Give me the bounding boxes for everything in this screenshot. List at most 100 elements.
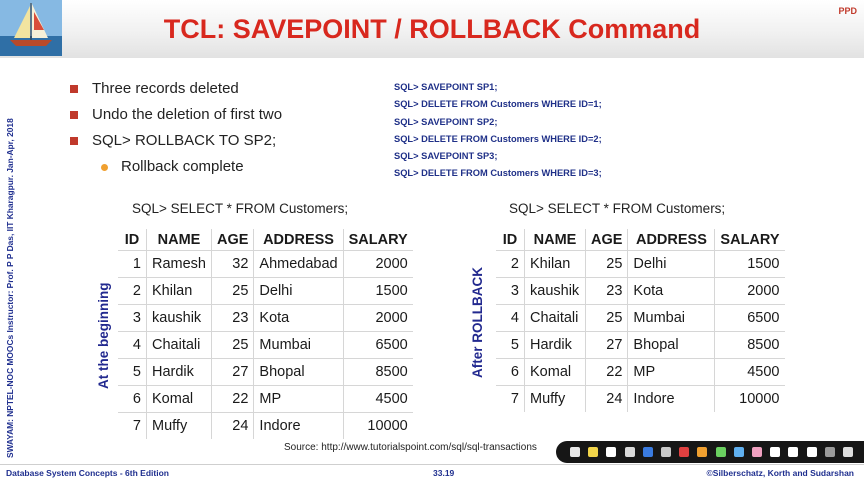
table-cell: Delhi [627,250,715,278]
pointer-icon[interactable] [770,447,781,457]
table-cell: Hardik [146,358,212,386]
table-row: 2 Khilan 25 Delhi 1500 [118,277,413,305]
table-row: 3 kaushik 23 Kota 2000 [118,304,413,332]
sql-command: SQL> SAVEPOINT SP1; [394,82,498,92]
table-cell: Indore [627,385,715,412]
table-cell: Mumbai [627,304,715,332]
table-cell: 7 [118,412,147,439]
table-row: 3 kaushik 23 Kota 2000 [496,277,785,305]
table-cell: Chaitali [524,304,586,332]
sql-command: SQL> SAVEPOINT SP2; [394,116,498,127]
table-cell: 23 [584,277,628,305]
table-row: 1 Ramesh 32 Ahmedabad 2000 [118,250,413,278]
table-cell: 5 [118,358,147,386]
sql-command: SQL> DELETE FROM Customers WHERE ID=2; [394,133,602,144]
table-header-row: ID NAME AGE ADDRESS SALARY [496,229,785,251]
table-header-row: ID NAME AGE ADDRESS SALARY [118,229,413,251]
sql-command: SQL> SAVEPOINT SP3; [394,151,498,162]
column-header: NAME [146,229,212,251]
table-cell: 2 [496,250,525,278]
table-cell: 2 [118,277,147,305]
table-cell: 10000 [714,385,785,412]
table-cell: 2000 [714,277,785,305]
table-cell: 7 [496,385,525,412]
right-select-query: SQL> SELECT * FROM Customers; [509,201,726,216]
table-cell: 27 [584,331,628,359]
column-header: ADDRESS [627,229,715,251]
table-cell: 4500 [342,385,413,413]
table-cell: MP [253,385,344,413]
table-cell: 5 [496,331,525,359]
footer-book-title: Database System Concepts - 6th Edition [6,468,169,478]
ppd-badge: PPD [838,6,857,16]
table-cell: 25 [584,304,628,332]
source-citation: Source: http://www.tutorialspoint.com/sq… [284,442,537,453]
sub-bullet-rollback-complete: Rollback complete [70,158,282,184]
bullet-undo: Undo the deletion of first two [70,106,282,132]
table-row: 5 Hardik 27 Bhopal 8500 [118,358,413,386]
table-cell: 22 [210,385,254,413]
laser-icon[interactable] [806,447,817,457]
laser-icon[interactable] [788,447,799,457]
table-cell: 1500 [342,277,413,305]
footer-copyright: ©Silberschatz, Korth and Sudarshan [706,468,854,478]
customers-table-before: ID NAME AGE ADDRESS SALARY 1 Ramesh 32 Ahme… [118,229,413,439]
table-row: 7 Muffy 24 Indore 10000 [496,385,785,412]
table-row: 7 Muffy 24 Indore 10000 [118,412,413,439]
table-cell: Muffy [146,412,212,439]
table-cell: Komal [524,358,586,386]
table-cell: MP [627,358,715,386]
slide-footer: Database System Concepts - 6th Edition 3… [0,464,864,481]
bullet-list: Three records deleted Undo the deletion … [70,80,282,184]
pen-icon[interactable] [661,447,671,457]
table-row: 4 Chaitali 25 Mumbai 6500 [496,304,785,332]
annotation-toolbar[interactable] [556,441,864,463]
table-cell: Bhopal [627,331,715,359]
column-header: ID [496,229,525,251]
marker-icon[interactable] [715,447,726,457]
table-cell: 4500 [714,358,785,386]
left-select-query: SQL> SELECT * FROM Customers; [132,201,349,216]
eraser-icon[interactable] [752,447,762,457]
table-cell: 24 [210,412,254,439]
eraser-icon[interactable] [624,447,635,457]
bullet-rollback-command: SQL> ROLLBACK TO SP2; [70,132,282,158]
table-cell: 6500 [714,304,785,332]
pen-icon[interactable] [679,447,690,457]
table-cell: 8500 [342,358,413,386]
table-cell: Delhi [253,277,344,305]
table-cell: 25 [584,250,628,278]
sql-command: SQL> DELETE FROM Customers WHERE ID=1; [394,99,602,110]
table-cell: kaushik [146,304,212,332]
sql-command: SQL> DELETE FROM Customers WHERE ID=3; [394,168,602,179]
screen-icon[interactable] [824,447,835,457]
table-cell: 6500 [342,331,413,359]
table-cell: 4 [496,304,525,332]
table-row: 6 Komal 22 MP 4500 [118,385,413,413]
column-header: AGE [584,229,628,251]
table-cell: 6 [118,385,147,413]
table-cell: Bhopal [253,358,344,386]
column-header: ADDRESS [253,229,344,251]
table-cell: 3 [496,277,525,305]
footer-slide-number: 33.19 [433,468,455,478]
table-cell: 24 [584,385,628,412]
close-icon[interactable] [843,447,853,457]
table-row: 6 Komal 22 MP 4500 [496,358,785,386]
sql-command-list: SQL> SAVEPOINT SP1; SQL> DELETE FROM Cus… [394,79,602,183]
bullet-three-records: Three records deleted [70,80,282,106]
marker-icon[interactable] [733,447,744,457]
pen-icon[interactable] [606,447,617,457]
table-cell: Mumbai [253,331,344,359]
arrow-icon[interactable] [570,447,580,457]
marker-icon[interactable] [697,447,708,457]
table-cell: Indore [253,412,344,439]
table-cell: 23 [210,304,254,332]
table-cell: Komal [146,385,212,413]
highlighter-icon[interactable] [588,447,599,457]
column-header: SALARY [714,229,785,251]
column-header: ID [118,229,147,251]
pen-icon[interactable] [642,447,653,457]
table-cell: kaushik [524,277,586,305]
table-row: 5 Hardik 27 Bhopal 8500 [496,331,785,359]
